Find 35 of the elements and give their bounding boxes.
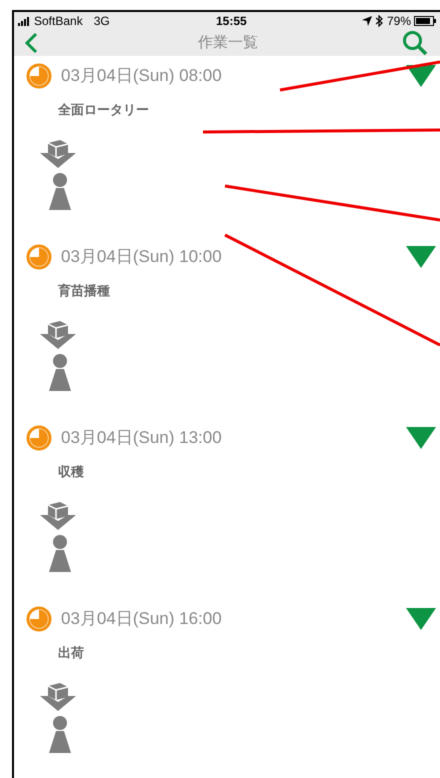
task-datetime: 03月04日(Sun) 10:00 bbox=[61, 246, 222, 268]
task-name: 収穫 bbox=[58, 463, 84, 481]
task-datetime: 03月04日(Sun) 13:00 bbox=[61, 427, 222, 450]
person-icon bbox=[48, 716, 72, 752]
triangle-down-icon[interactable] bbox=[406, 246, 436, 268]
triangle-down-icon[interactable] bbox=[406, 427, 436, 449]
network-type: 3G bbox=[94, 13, 110, 30]
clock-icon bbox=[26, 425, 52, 451]
box-icon bbox=[40, 500, 76, 530]
task-datetime: 03月04日(Sun) 16:00 bbox=[61, 608, 222, 630]
back-icon[interactable] bbox=[24, 32, 38, 54]
search-icon[interactable] bbox=[402, 30, 428, 56]
bluetooth-icon bbox=[376, 15, 383, 27]
carrier-name: SoftBank bbox=[34, 13, 83, 30]
clock-icon bbox=[26, 244, 52, 270]
status-time: 15:55 bbox=[216, 13, 247, 30]
person-icon bbox=[48, 534, 72, 572]
signal-icon bbox=[18, 16, 32, 26]
box-icon bbox=[40, 138, 76, 168]
triangle-down-icon[interactable] bbox=[406, 65, 436, 87]
task-datetime: 03月04日(Sun) 08:00 bbox=[61, 65, 222, 88]
battery-icon bbox=[414, 16, 436, 26]
page-title: 作業一覧 bbox=[198, 32, 258, 53]
person-icon bbox=[48, 172, 72, 210]
clock-icon bbox=[26, 63, 52, 89]
task-name: 全面ロータリー bbox=[58, 101, 149, 119]
box-icon bbox=[40, 682, 76, 712]
box-icon bbox=[40, 320, 76, 350]
battery-percent: 79% bbox=[386, 13, 411, 30]
triangle-down-icon[interactable] bbox=[406, 608, 436, 630]
clock-icon bbox=[26, 606, 52, 632]
task-name: 出荷 bbox=[58, 644, 84, 662]
location-icon bbox=[362, 16, 372, 26]
task-name: 育苗播種 bbox=[58, 282, 110, 300]
person-icon bbox=[48, 354, 72, 390]
